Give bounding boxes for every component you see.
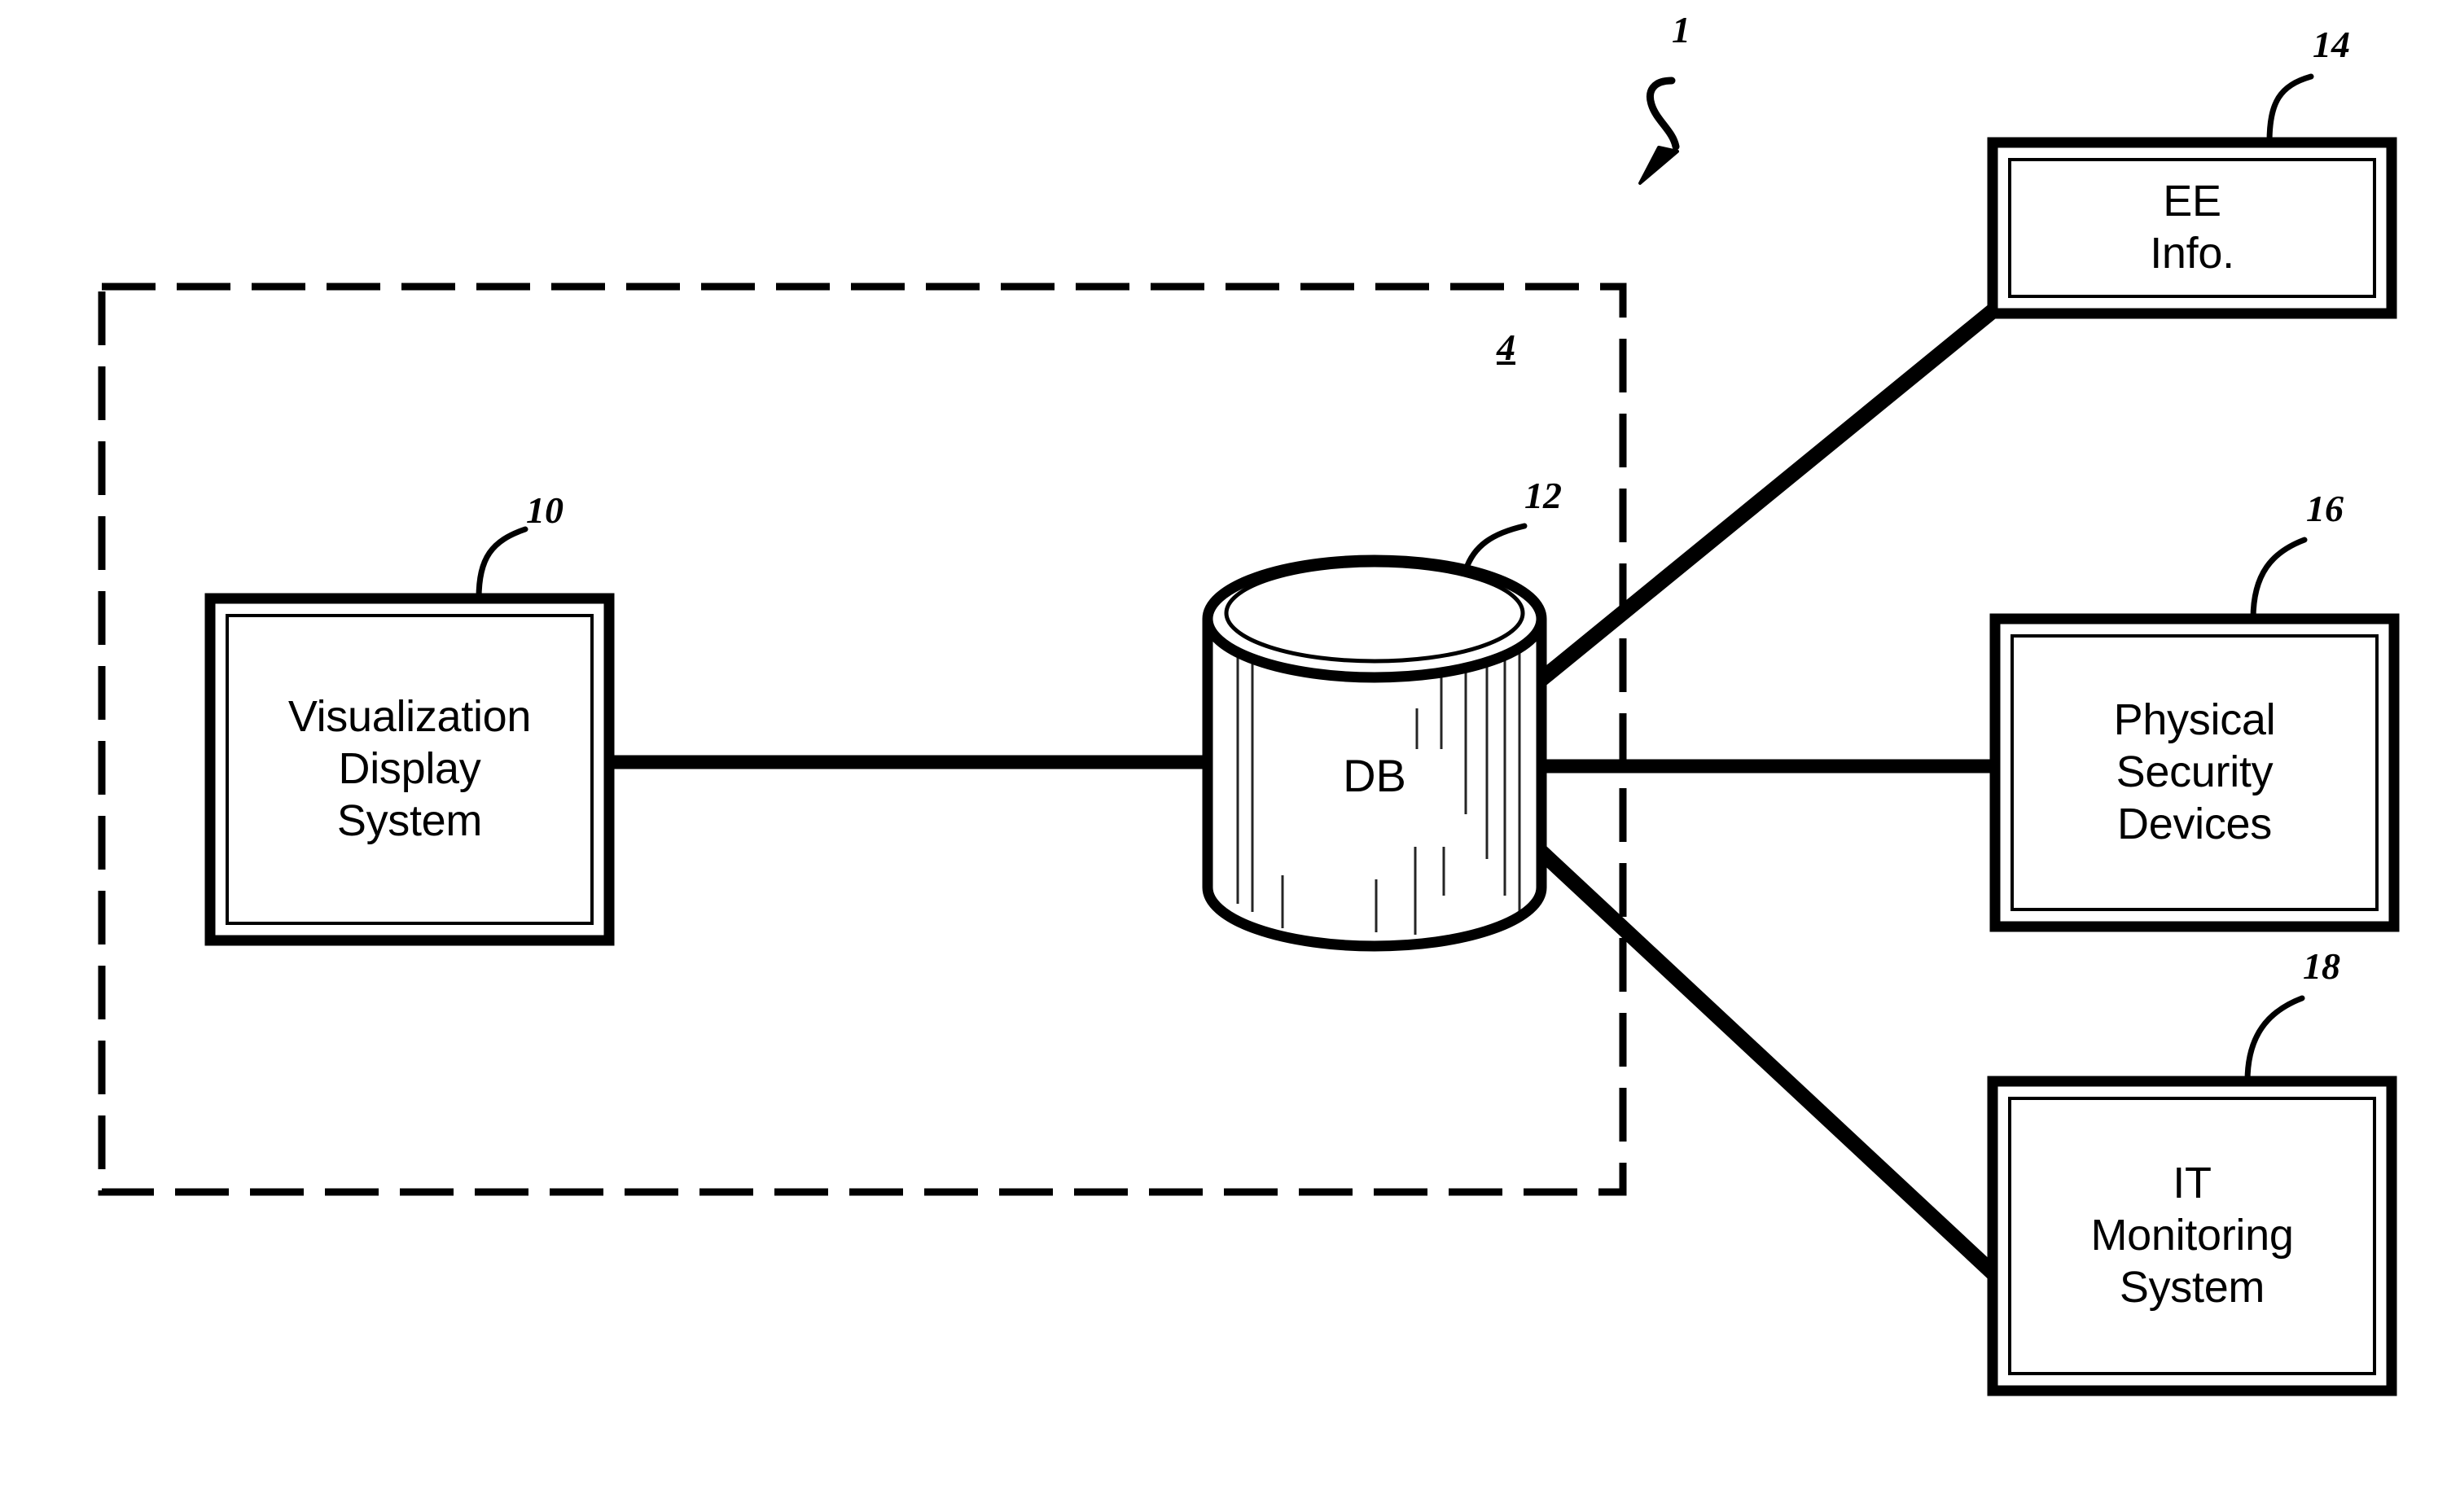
it-monitoring-box-outer-border [1987,1076,2397,1396]
figure-canvas [98,73,2400,1396]
leader-line-18 [2244,995,2305,1085]
leader-line-16 [2250,537,2308,622]
connector-db-to-it-monitoring [1530,841,1999,1279]
figure-reference-leader [1638,77,1680,185]
node-ee-info [1987,137,2397,319]
node-physical-security-devices [1989,613,2400,932]
cylinder-top-inner-ellipse [1224,563,1525,664]
leader-line-14 [2266,73,2314,146]
node-it-monitoring-system [1987,1076,2397,1396]
patent-figure: Visualization Display System DB EE Info.… [0,0,2460,1512]
ee-info-box-outer-border [1987,137,2397,319]
node-visualization-display-system [204,593,615,946]
visualization-box-outer-border [204,593,615,946]
physical-security-box-outer-border [1989,613,2400,932]
figure-reference-squiggle [1647,77,1680,151]
node-database-cylinder [1202,554,1547,952]
connector-db-to-ee-info [1530,305,1998,690]
leader-line-12 [1462,523,1528,573]
figure-reference-arrowhead [1638,146,1679,185]
leader-line-10 [476,526,528,602]
